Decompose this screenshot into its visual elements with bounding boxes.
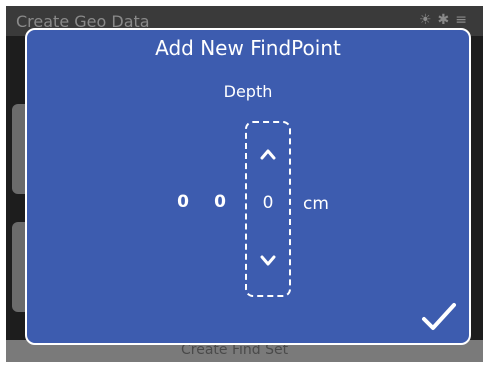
depth-digit-hundreds[interactable]: 0 [173,192,193,212]
status-icons: ☀✱≡ [418,12,473,28]
depth-label: Depth [223,82,273,101]
dialog-title: Add New FindPoint [155,36,341,60]
chevron-down-icon [260,255,276,266]
add-findpoint-dialog: Add New FindPoint Depth 0 0 0 cm [25,28,471,345]
device-screen: Create Geo Data ☀✱≡ Create Find Set Add … [6,6,483,362]
depth-digit-ones: 0 [262,193,274,213]
checkmark-icon [422,303,456,330]
increment-button[interactable] [251,137,285,171]
depth-digit-tens[interactable]: 0 [210,192,230,212]
depth-digit-spinner[interactable]: 0 [245,121,291,297]
chevron-up-icon [260,149,276,160]
decrement-button[interactable] [251,243,285,277]
confirm-button[interactable] [421,301,457,333]
unit-label: cm [303,194,329,214]
